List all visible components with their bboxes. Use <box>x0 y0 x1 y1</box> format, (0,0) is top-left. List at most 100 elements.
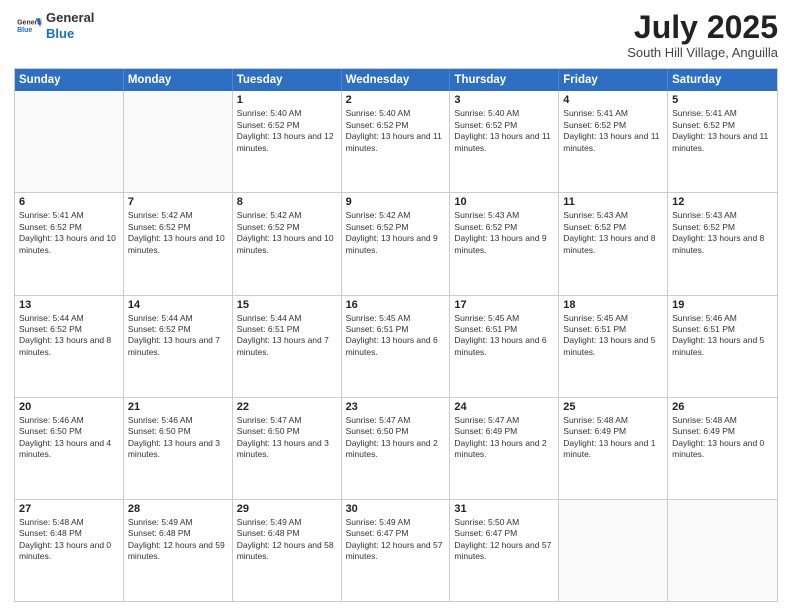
day-info: Sunrise: 5:46 AM Sunset: 6:50 PM Dayligh… <box>128 415 228 461</box>
location: South Hill Village, Anguilla <box>627 45 778 60</box>
day-number: 16 <box>346 299 446 311</box>
day-number: 13 <box>19 299 119 311</box>
day-cell-25: 25 Sunrise: 5:48 AM Sunset: 6:49 PM Dayli… <box>559 398 668 499</box>
day-number: 10 <box>454 196 554 208</box>
day-cell-22: 22Sunrise: 5:47 AM Sunset: 6:50 PM Dayli… <box>233 398 342 499</box>
day-info: Sunrise: 5:40 AM Sunset: 6:52 PM Dayligh… <box>454 108 554 154</box>
day-number: 22 <box>237 401 337 413</box>
day-info: Sunrise: 5:48 AM Sunset: 6:49 PM Dayligh… <box>672 415 773 461</box>
logo-general: General <box>46 10 94 25</box>
day-header-tuesday: Tuesday <box>233 69 342 91</box>
day-info: Sunrise: 5:41 AM Sunset: 6:52 PM Dayligh… <box>563 108 663 154</box>
day-number: 29 <box>237 503 337 515</box>
day-cell-6: 6Sunrise: 5:41 AM Sunset: 6:52 PM Daylig… <box>15 193 124 294</box>
week-row-1: 1 Sunrise: 5:40 AM Sunset: 6:52 PM Daylig… <box>15 91 777 192</box>
day-number: 5 <box>672 94 773 106</box>
empty-cell <box>124 91 233 192</box>
day-header-sunday: Sunday <box>15 69 124 91</box>
day-info: Sunrise: 5:40 AM Sunset: 6:52 PM Dayligh… <box>346 108 446 154</box>
day-number: 24 <box>454 401 554 413</box>
day-cell-4: 4Sunrise: 5:41 AM Sunset: 6:52 PM Daylig… <box>559 91 668 192</box>
day-info: Sunrise: 5:41 AM Sunset: 6:52 PM Dayligh… <box>19 210 119 256</box>
day-number: 27 <box>19 503 119 515</box>
calendar: SundayMondayTuesdayWednesdayThursdayFrid… <box>14 68 778 602</box>
day-number: 25 <box>563 401 663 413</box>
day-info: Sunrise: 5:44 AM Sunset: 6:51 PM Dayligh… <box>237 313 337 359</box>
logo-icon: General Blue <box>14 12 42 40</box>
day-cell-1: 1 Sunrise: 5:40 AM Sunset: 6:52 PM Daylig… <box>233 91 342 192</box>
day-info: Sunrise: 5:48 AM Sunset: 6:49 PM Dayligh… <box>563 415 663 461</box>
logo-blue: Blue <box>46 26 74 41</box>
day-info: Sunrise: 5:41 AM Sunset: 6:52 PM Dayligh… <box>672 108 773 154</box>
day-info: Sunrise: 5:42 AM Sunset: 6:52 PM Dayligh… <box>237 210 337 256</box>
day-cell-31: 31 Sunrise: 5:50 AM Sunset: 6:47 PM Dayli… <box>450 500 559 601</box>
day-cell-18: 18 Sunrise: 5:45 AM Sunset: 6:51 PM Dayli… <box>559 296 668 397</box>
day-info: Sunrise: 5:46 AM Sunset: 6:50 PM Dayligh… <box>19 415 119 461</box>
day-cell-27: 27 Sunrise: 5:48 AM Sunset: 6:48 PM Dayli… <box>15 500 124 601</box>
day-info: Sunrise: 5:40 AM Sunset: 6:52 PM Dayligh… <box>237 108 337 154</box>
day-cell-8: 8 Sunrise: 5:42 AM Sunset: 6:52 PM Daylig… <box>233 193 342 294</box>
week-row-5: 27 Sunrise: 5:48 AM Sunset: 6:48 PM Dayli… <box>15 499 777 601</box>
week-row-3: 13 Sunrise: 5:44 AM Sunset: 6:52 PM Dayli… <box>15 295 777 397</box>
day-info: Sunrise: 5:46 AM Sunset: 6:51 PM Dayligh… <box>672 313 773 359</box>
day-info: Sunrise: 5:45 AM Sunset: 6:51 PM Dayligh… <box>346 313 446 359</box>
day-cell-3: 3Sunrise: 5:40 AM Sunset: 6:52 PM Daylig… <box>450 91 559 192</box>
day-cell-29: 29 Sunrise: 5:49 AM Sunset: 6:48 PM Dayli… <box>233 500 342 601</box>
day-header-friday: Friday <box>559 69 668 91</box>
week-row-4: 20 Sunrise: 5:46 AM Sunset: 6:50 PM Dayli… <box>15 397 777 499</box>
day-cell-17: 17Sunrise: 5:45 AM Sunset: 6:51 PM Dayli… <box>450 296 559 397</box>
day-number: 8 <box>237 196 337 208</box>
day-cell-10: 10 Sunrise: 5:43 AM Sunset: 6:52 PM Dayli… <box>450 193 559 294</box>
day-number: 2 <box>346 94 446 106</box>
day-number: 14 <box>128 299 228 311</box>
svg-text:Blue: Blue <box>17 27 32 34</box>
calendar-header: SundayMondayTuesdayWednesdayThursdayFrid… <box>15 69 777 91</box>
day-header-thursday: Thursday <box>450 69 559 91</box>
day-info: Sunrise: 5:43 AM Sunset: 6:52 PM Dayligh… <box>454 210 554 256</box>
day-info: Sunrise: 5:50 AM Sunset: 6:47 PM Dayligh… <box>454 517 554 563</box>
day-cell-15: 15Sunrise: 5:44 AM Sunset: 6:51 PM Dayli… <box>233 296 342 397</box>
day-number: 9 <box>346 196 446 208</box>
day-number: 26 <box>672 401 773 413</box>
day-info: Sunrise: 5:42 AM Sunset: 6:52 PM Dayligh… <box>346 210 446 256</box>
day-info: Sunrise: 5:45 AM Sunset: 6:51 PM Dayligh… <box>563 313 663 359</box>
day-info: Sunrise: 5:47 AM Sunset: 6:50 PM Dayligh… <box>346 415 446 461</box>
day-cell-11: 11Sunrise: 5:43 AM Sunset: 6:52 PM Dayli… <box>559 193 668 294</box>
day-number: 28 <box>128 503 228 515</box>
calendar-body: 1 Sunrise: 5:40 AM Sunset: 6:52 PM Daylig… <box>15 91 777 601</box>
day-info: Sunrise: 5:47 AM Sunset: 6:49 PM Dayligh… <box>454 415 554 461</box>
day-number: 1 <box>237 94 337 106</box>
day-cell-19: 19 Sunrise: 5:46 AM Sunset: 6:51 PM Dayli… <box>668 296 777 397</box>
day-info: Sunrise: 5:48 AM Sunset: 6:48 PM Dayligh… <box>19 517 119 563</box>
day-cell-20: 20 Sunrise: 5:46 AM Sunset: 6:50 PM Dayli… <box>15 398 124 499</box>
day-number: 20 <box>19 401 119 413</box>
day-cell-7: 7 Sunrise: 5:42 AM Sunset: 6:52 PM Daylig… <box>124 193 233 294</box>
day-cell-24: 24 Sunrise: 5:47 AM Sunset: 6:49 PM Dayli… <box>450 398 559 499</box>
day-info: Sunrise: 5:43 AM Sunset: 6:52 PM Dayligh… <box>672 210 773 256</box>
day-cell-9: 9 Sunrise: 5:42 AM Sunset: 6:52 PM Daylig… <box>342 193 451 294</box>
day-info: Sunrise: 5:42 AM Sunset: 6:52 PM Dayligh… <box>128 210 228 256</box>
page: General Blue General Blue July 2025 Sout… <box>0 0 792 612</box>
day-info: Sunrise: 5:49 AM Sunset: 6:48 PM Dayligh… <box>237 517 337 563</box>
day-cell-30: 30 Sunrise: 5:49 AM Sunset: 6:47 PM Dayli… <box>342 500 451 601</box>
title-block: July 2025 South Hill Village, Anguilla <box>627 10 778 60</box>
week-row-2: 6Sunrise: 5:41 AM Sunset: 6:52 PM Daylig… <box>15 192 777 294</box>
day-cell-5: 5 Sunrise: 5:41 AM Sunset: 6:52 PM Daylig… <box>668 91 777 192</box>
logo: General Blue General Blue <box>14 10 94 41</box>
day-info: Sunrise: 5:44 AM Sunset: 6:52 PM Dayligh… <box>128 313 228 359</box>
day-number: 30 <box>346 503 446 515</box>
day-number: 19 <box>672 299 773 311</box>
month-year: July 2025 <box>627 10 778 45</box>
day-number: 12 <box>672 196 773 208</box>
day-number: 31 <box>454 503 554 515</box>
logo-text: General Blue <box>46 10 94 41</box>
day-cell-14: 14 Sunrise: 5:44 AM Sunset: 6:52 PM Dayli… <box>124 296 233 397</box>
empty-cell <box>15 91 124 192</box>
empty-cell <box>668 500 777 601</box>
day-header-wednesday: Wednesday <box>342 69 451 91</box>
day-cell-21: 21Sunrise: 5:46 AM Sunset: 6:50 PM Dayli… <box>124 398 233 499</box>
day-number: 7 <box>128 196 228 208</box>
day-info: Sunrise: 5:49 AM Sunset: 6:47 PM Dayligh… <box>346 517 446 563</box>
day-number: 18 <box>563 299 663 311</box>
day-cell-2: 2 Sunrise: 5:40 AM Sunset: 6:52 PM Daylig… <box>342 91 451 192</box>
